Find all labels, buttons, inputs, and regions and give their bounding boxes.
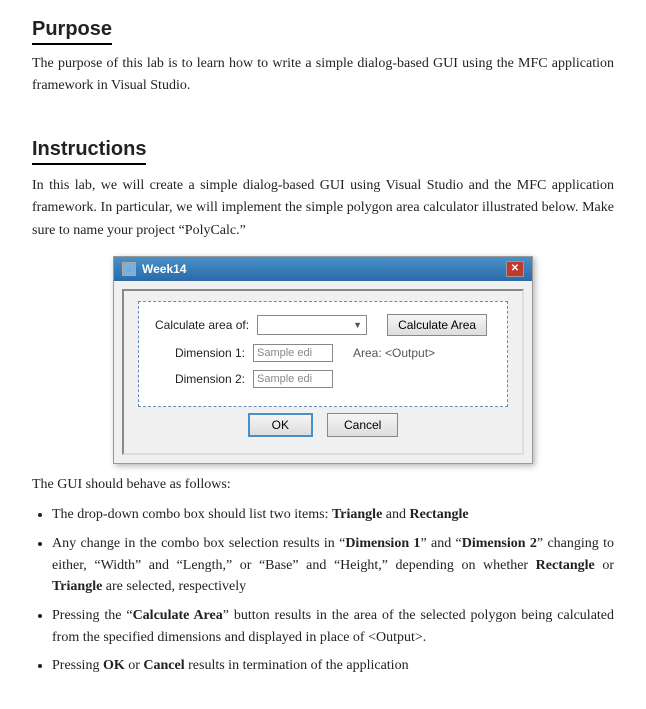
- dimension2-label: Dimension 2:: [155, 372, 245, 386]
- dialog-titlebar-left: Week14: [122, 262, 186, 276]
- dialog-close-button[interactable]: ✕: [506, 261, 524, 277]
- dimension1-label: Dimension 1:: [155, 346, 245, 360]
- dialog-window: Week14 ✕ Calculate area of: ▼ Calculate …: [113, 256, 533, 464]
- dialog-titlebar: Week14 ✕: [114, 257, 532, 281]
- combo-arrow-icon: ▼: [353, 320, 362, 330]
- bullet-text: Any change in the combo box selection re…: [52, 536, 614, 594]
- area-output-label: Area: <Output>: [353, 346, 435, 360]
- dialog-footer: OK Cancel: [138, 407, 508, 443]
- dialog-row-dim1: Dimension 1: Area: <Output>: [155, 344, 491, 362]
- list-item: Pressing the “Calculate Area” button res…: [52, 605, 614, 648]
- dimension1-input[interactable]: [253, 344, 333, 362]
- instructions-intro: In this lab, we will create a simple dia…: [32, 175, 614, 242]
- calculate-area-button[interactable]: Calculate Area: [387, 314, 487, 336]
- purpose-section: Purpose The purpose of this lab is to le…: [32, 18, 614, 98]
- dialog-illustration: Week14 ✕ Calculate area of: ▼ Calculate …: [32, 256, 614, 464]
- dimension2-input[interactable]: [253, 370, 333, 388]
- polygon-type-combo[interactable]: ▼: [257, 315, 367, 335]
- dialog-row-dim2: Dimension 2:: [155, 370, 491, 388]
- instructions-section: Instructions In this lab, we will create…: [32, 120, 614, 677]
- instructions-title: Instructions: [32, 138, 146, 165]
- dialog-inner: Calculate area of: ▼ Calculate Area Dime…: [138, 301, 508, 407]
- cancel-button[interactable]: Cancel: [327, 413, 398, 437]
- ok-button[interactable]: OK: [248, 413, 313, 437]
- bullet-text: Pressing OK or Cancel results in termina…: [52, 658, 409, 673]
- behavior-list: The drop-down combo box should list two …: [52, 504, 614, 677]
- purpose-title: Purpose: [32, 18, 112, 45]
- dialog-title-text: Week14: [142, 262, 186, 276]
- calculate-area-of-label: Calculate area of:: [155, 318, 249, 332]
- gui-intro-text: The GUI should behave as follows:: [32, 474, 614, 496]
- dialog-window-icon: [122, 262, 136, 276]
- bullet-text: Pressing the “Calculate Area” button res…: [52, 608, 614, 645]
- purpose-text: The purpose of this lab is to learn how …: [32, 53, 614, 98]
- dialog-row-calc-area: Calculate area of: ▼ Calculate Area: [155, 314, 491, 336]
- dialog-body: Calculate area of: ▼ Calculate Area Dime…: [122, 289, 524, 455]
- list-item: Pressing OK or Cancel results in termina…: [52, 655, 614, 677]
- list-item: The drop-down combo box should list two …: [52, 504, 614, 526]
- bullet-text: The drop-down combo box should list two …: [52, 507, 469, 522]
- list-item: Any change in the combo box selection re…: [52, 533, 614, 598]
